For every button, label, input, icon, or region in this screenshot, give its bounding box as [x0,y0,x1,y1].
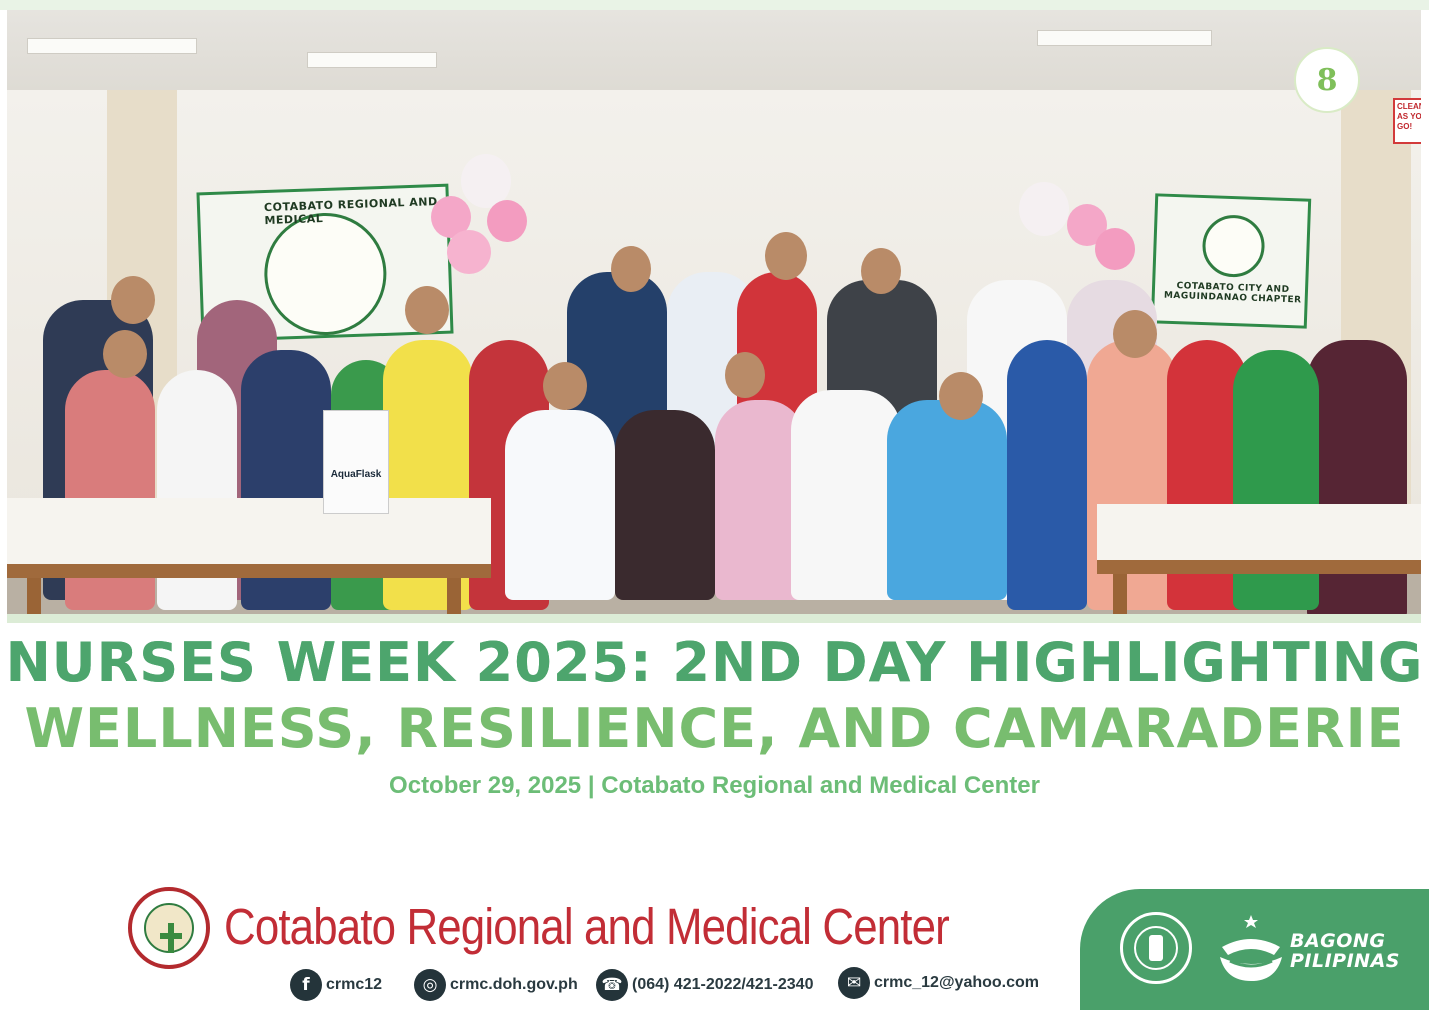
seal-core [1149,935,1163,961]
government-branding-panel: BAGONG PILIPINAS [1080,889,1429,1010]
top-strip [0,0,1429,10]
contact-facebook[interactable]: f crmc12 [290,968,382,1002]
head [1113,310,1157,358]
headline-line-1: NURSES WEEK 2025: 2ND DAY HIGHLIGHTING [0,630,1429,696]
head [765,232,807,280]
banner-right: COTABATO CITY AND MAGUINDANAO CHAPTER [1150,193,1312,329]
ceiling [7,10,1421,90]
head [405,286,449,334]
balloon [447,230,491,274]
head [861,248,901,294]
ceiling-light [27,38,197,54]
head [725,352,765,398]
bagong-pilipinas-text: BAGONG PILIPINAS [1290,930,1400,972]
republic-doh-seal-icon [1120,912,1192,984]
banner-seal [1201,214,1266,279]
table-leg [447,578,461,614]
table-left [7,498,491,578]
email-address: crmc_12@yahoo.com [874,974,1040,991]
head [103,330,147,378]
phone-number: (064) 421-2022/421-2340 [632,976,814,993]
headline: NURSES WEEK 2025: 2ND DAY HIGHLIGHTING W… [0,630,1429,762]
person [505,410,615,600]
event-photo: COTABATO REGIONAL AND MEDICAL COTABATO C… [7,10,1421,614]
contact-website[interactable]: ◎ crmc.doh.gov.ph [414,968,578,1002]
organization-name: Cotabato Regional and Medical Center [224,898,950,955]
bagong-pilipinas-logo-icon [1220,915,1282,981]
person [887,400,1007,600]
mail-icon: ✉ [838,967,870,999]
table-leg [27,578,41,614]
tote-bag: AquaFlask [323,410,389,514]
globe-icon: ◎ [414,969,446,1001]
ceiling-light [307,52,437,68]
head [111,276,155,324]
seal-inner [144,903,194,953]
banner-right-text: COTABATO CITY AND MAGUINDANAO CHAPTER [1163,281,1302,306]
balloon [1019,182,1069,236]
banner-seal [262,210,389,338]
headline-line-2: WELLNESS, RESILIENCE, AND CAMARADERIE [24,697,1405,760]
head [543,362,587,410]
table-right [1097,504,1421,574]
facebook-icon: f [290,969,322,1001]
ceiling-light [1037,30,1212,46]
table-leg [1113,574,1127,614]
person [791,390,901,600]
person [615,410,715,600]
website-url: crmc.doh.gov.ph [450,976,578,993]
banner-left-text: COTABATO REGIONAL AND MEDICAL [263,195,438,228]
head [611,246,651,292]
balloon [487,200,527,242]
seal-mark [160,933,182,939]
phone-icon: ☎ [596,969,628,1001]
contact-phone[interactable]: ☎ (064) 421-2022/421-2340 [596,968,813,1002]
date-venue-subtitle: October 29, 2025 | Cotabato Regional and… [389,772,1040,799]
head [939,372,983,420]
balloon [1095,228,1135,270]
anniversary-badge-icon: 8 [1294,47,1360,113]
clean-sign: CLEAN AS YOU GO! [1393,98,1421,144]
facebook-handle: crmc12 [326,976,383,993]
photo-divider [7,614,1421,623]
person [1007,340,1087,610]
doh-crmc-seal-icon [128,887,210,969]
contact-email[interactable]: ✉ crmc_12@yahoo.com [838,966,1039,1000]
